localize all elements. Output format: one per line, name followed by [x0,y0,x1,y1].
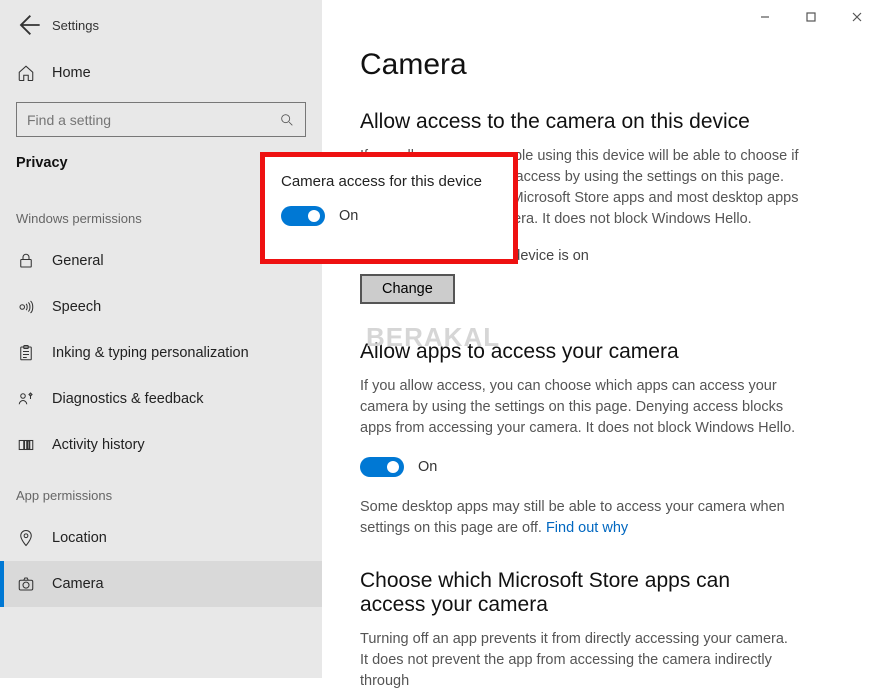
feedback-icon [16,389,36,409]
sidebar-item-label: Inking & typing personalization [52,345,249,361]
section-allow-device: Allow access to the camera on this devic… [360,110,842,134]
search-input[interactable] [27,112,268,128]
sidebar-item-camera[interactable]: Camera [0,561,322,607]
activity-history-icon [16,435,36,455]
popup-toggle-row: On [281,206,497,226]
apps-access-toggle[interactable] [360,457,404,477]
page-title: Camera [360,48,842,82]
window-controls [742,0,880,34]
sidebar-item-label: Diagnostics & feedback [52,391,204,407]
speech-icon [16,297,36,317]
section-choose-apps-desc: Turning off an app prevents it from dire… [360,629,800,692]
clipboard-icon [16,343,36,363]
sidebar-item-speech[interactable]: Speech [0,284,322,330]
sidebar-item-label: Location [52,530,107,546]
apps-toggle-label: On [418,459,437,475]
search-wrap [16,102,306,137]
back-arrow-icon [14,11,42,39]
minimize-button[interactable] [742,0,788,34]
section-choose-apps: Choose which Microsoft Store apps can ac… [360,569,790,617]
sidebar-item-inking[interactable]: Inking & typing personalization [0,330,322,376]
sidebar-item-label: Activity history [52,437,145,453]
desktop-note: Some desktop apps may still be able to a… [360,497,800,539]
section-allow-apps: Allow apps to access your camera [360,340,842,364]
lock-icon [16,251,36,271]
sidebar-item-diagnostics[interactable]: Diagnostics & feedback [0,376,322,422]
section-allow-apps-desc: If you allow access, you can choose whic… [360,376,800,439]
search-icon [279,112,295,128]
sidebar: Settings Home Privacy Windows permission… [0,0,322,678]
search-box[interactable] [16,102,306,137]
window-title: Settings [52,18,99,33]
popup-toggle-label: On [339,208,358,224]
titlebar: Settings [0,0,322,44]
group-app-permissions: App permissions [0,488,322,515]
maximize-button[interactable] [788,0,834,34]
sidebar-item-label: Home [52,65,91,81]
camera-access-popup: Camera access for this device On [260,152,518,264]
apps-toggle-row: On [360,457,842,477]
find-out-why-link[interactable]: Find out why [546,520,628,536]
device-access-toggle[interactable] [281,206,325,226]
sidebar-item-label: General [52,253,104,269]
main-panel: Camera Allow access to the camera on thi… [322,0,880,678]
sidebar-item-home[interactable]: Home [0,50,322,96]
sidebar-item-label: Speech [52,299,101,315]
sidebar-item-activity[interactable]: Activity history [0,422,322,468]
camera-icon [16,574,36,594]
close-button[interactable] [834,0,880,34]
sidebar-item-label: Camera [52,576,104,592]
popup-title: Camera access for this device [281,173,497,190]
home-icon [16,63,36,83]
change-button[interactable]: Change [360,274,455,304]
back-button[interactable] [14,11,42,39]
sidebar-item-location[interactable]: Location [0,515,322,561]
content: Camera Allow access to the camera on thi… [322,0,880,692]
settings-window: Settings Home Privacy Windows permission… [0,0,880,678]
location-icon [16,528,36,548]
